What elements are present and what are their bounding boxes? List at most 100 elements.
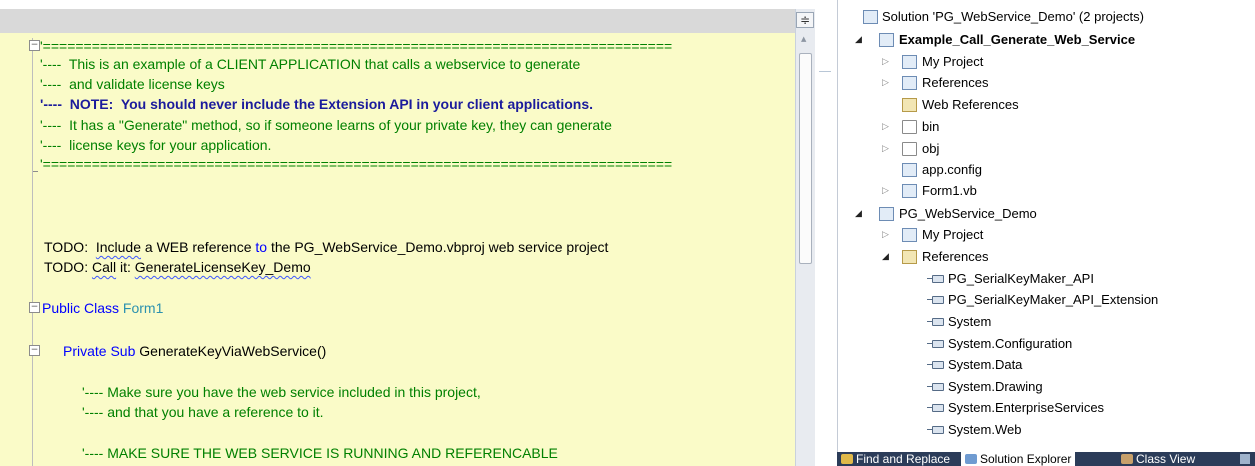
tree-item-references[interactable]: ▷ References xyxy=(838,73,1255,93)
tab-class-view[interactable]: Class View xyxy=(1121,452,1195,466)
comment-rule: '=======================================… xyxy=(40,38,673,54)
scroll-up-arrow-icon[interactable]: ▲ xyxy=(801,35,806,43)
comment-rule: '=======================================… xyxy=(40,156,673,172)
current-line-band xyxy=(0,9,795,33)
tree-label: Example_Call_Generate_Web_Service xyxy=(899,32,1136,47)
tree-project-webservice[interactable]: ◢ PG_WebService_Demo xyxy=(838,204,1255,224)
solution-explorer-icon xyxy=(965,454,977,464)
todo-text: a WEB reference xyxy=(141,239,256,255)
tree-label: bin xyxy=(922,119,940,134)
class-name: Form1 xyxy=(122,300,164,316)
sub-name: GenerateKeyViaWebService() xyxy=(139,343,327,359)
todo-identifier: GenerateLicenseKey_Demo xyxy=(134,259,311,275)
tree-label: System.Configuration xyxy=(948,336,1073,351)
overview-margin xyxy=(815,9,837,466)
overview-mark xyxy=(819,71,831,72)
tree-reference[interactable]: PG_SerialKeyMaker_API xyxy=(838,269,1255,289)
tree-reference[interactable]: System.Data xyxy=(838,355,1255,375)
keyword: Public Class xyxy=(42,300,120,316)
web-project-icon xyxy=(879,207,894,221)
tree-item-references[interactable]: ◢ References xyxy=(838,247,1255,267)
vb-project-icon xyxy=(879,33,894,47)
collapsed-arrow-icon[interactable]: ▷ xyxy=(882,139,889,159)
expand-arrow-icon[interactable]: ◢ xyxy=(855,30,862,50)
code-editor[interactable]: − − − '=================================… xyxy=(0,0,837,466)
tree-label: PG_SerialKeyMaker_API_Extension xyxy=(948,292,1159,307)
scroll-thumb[interactable] xyxy=(799,53,812,264)
comment-line: '---- license keys for your application. xyxy=(40,137,272,153)
collapsed-arrow-icon[interactable]: ▷ xyxy=(882,73,889,93)
expand-arrow-icon[interactable]: ◢ xyxy=(855,204,862,224)
tree-reference[interactable]: System.Configuration xyxy=(838,334,1255,354)
solution-icon xyxy=(863,10,878,24)
class-declaration: Public Class Form1 xyxy=(42,300,163,317)
tab-solution-explorer[interactable]: Solution Explorer xyxy=(961,452,1076,466)
my-project-icon xyxy=(902,55,917,69)
collapsed-arrow-icon[interactable]: ▷ xyxy=(882,181,889,201)
tree-label: My Project xyxy=(922,227,984,242)
assembly-icon xyxy=(932,404,944,412)
todo-text: it: xyxy=(116,259,135,275)
tree-reference[interactable]: System.Drawing xyxy=(838,377,1255,397)
folder-icon xyxy=(902,142,917,156)
comment-line: '---- and that you have a reference to i… xyxy=(82,404,324,420)
collapsed-arrow-icon[interactable]: ▷ xyxy=(882,117,889,137)
todo-line: TODO: Include a WEB reference to the PG_… xyxy=(44,239,608,256)
todo-prefix: TODO: xyxy=(44,239,96,255)
tree-label: Web References xyxy=(922,97,1019,112)
tree-label: System.Data xyxy=(948,357,1023,372)
tree-project-example[interactable]: ◢ Example_Call_Generate_Web_Service xyxy=(838,30,1255,50)
web-references-icon xyxy=(902,98,917,112)
tree-label: PG_WebService_Demo xyxy=(899,206,1037,221)
tree-reference[interactable]: System.EnterpriseServices xyxy=(838,398,1255,418)
tree-label: app.config xyxy=(922,162,982,177)
assembly-icon xyxy=(932,383,944,391)
form-file-icon xyxy=(902,184,917,198)
tree-item-my-project[interactable]: ▷ My Project xyxy=(838,52,1255,72)
expand-arrow-icon[interactable]: ◢ xyxy=(882,247,889,267)
vertical-scrollbar[interactable]: ≑ ▲ xyxy=(795,9,816,466)
tree-label: obj xyxy=(922,141,940,156)
my-project-icon xyxy=(902,228,917,242)
tree-label: References xyxy=(922,75,989,90)
tree-item-web-references[interactable]: Web References xyxy=(838,95,1255,115)
keyword: to xyxy=(255,239,268,255)
tree-reference[interactable]: System.Web xyxy=(838,420,1255,440)
assembly-icon xyxy=(932,426,944,434)
tree-item-form1[interactable]: ▷ Form1.vb xyxy=(838,181,1255,201)
fold-collapse-icon[interactable]: − xyxy=(29,302,40,313)
tree-label: System xyxy=(948,314,992,329)
solution-explorer-panel: Solution 'PG_WebService_Demo' (2 project… xyxy=(837,0,1255,466)
collapsed-arrow-icon[interactable]: ▷ xyxy=(882,225,889,245)
collapsed-arrow-icon[interactable]: ▷ xyxy=(882,52,889,72)
tree-label: System.Drawing xyxy=(948,379,1043,394)
comment-line: '---- Make sure you have the web service… xyxy=(82,384,481,400)
tree-solution[interactable]: Solution 'PG_WebService_Demo' (2 project… xyxy=(838,7,1255,27)
tree-item-my-project[interactable]: ▷ My Project xyxy=(838,225,1255,245)
tree-item-app-config[interactable]: app.config xyxy=(838,160,1255,180)
todo-prefix: TODO: xyxy=(44,259,92,275)
split-window-button[interactable]: ≑ xyxy=(796,12,814,28)
tree-label: System.EnterpriseServices xyxy=(948,400,1105,415)
folder-icon xyxy=(902,120,917,134)
tree-reference[interactable]: System xyxy=(838,312,1255,332)
tree-item-bin[interactable]: ▷ bin xyxy=(838,117,1255,137)
todo-word: Include xyxy=(95,239,142,255)
class-view-icon xyxy=(1121,454,1133,464)
tree-item-obj[interactable]: ▷ obj xyxy=(838,139,1255,159)
tree-label: References xyxy=(922,249,989,264)
tab-label: Solution Explorer xyxy=(980,452,1072,466)
comment-line: '---- It has a "Generate" method, so if … xyxy=(40,117,612,133)
todo-word: Call xyxy=(91,259,117,275)
tree-label: PG_SerialKeyMaker_API xyxy=(948,271,1094,286)
fold-collapse-icon[interactable]: − xyxy=(29,40,40,51)
todo-text: the PG_WebService_Demo.vbproj web servic… xyxy=(267,239,609,255)
tab-overflow-icon[interactable] xyxy=(1240,452,1253,466)
comment-line: '---- MAKE SURE THE WEB SERVICE IS RUNNI… xyxy=(82,445,558,461)
fold-collapse-icon[interactable]: − xyxy=(29,345,40,356)
tab-find-and-replace[interactable]: Find and Replace xyxy=(841,452,950,466)
todo-line: TODO: Call it: GenerateLicenseKey_Demo xyxy=(44,259,311,276)
tree-reference[interactable]: PG_SerialKeyMaker_API_Extension xyxy=(838,290,1255,310)
fold-end-tick xyxy=(33,171,38,172)
tab-label: Class View xyxy=(1136,452,1196,466)
